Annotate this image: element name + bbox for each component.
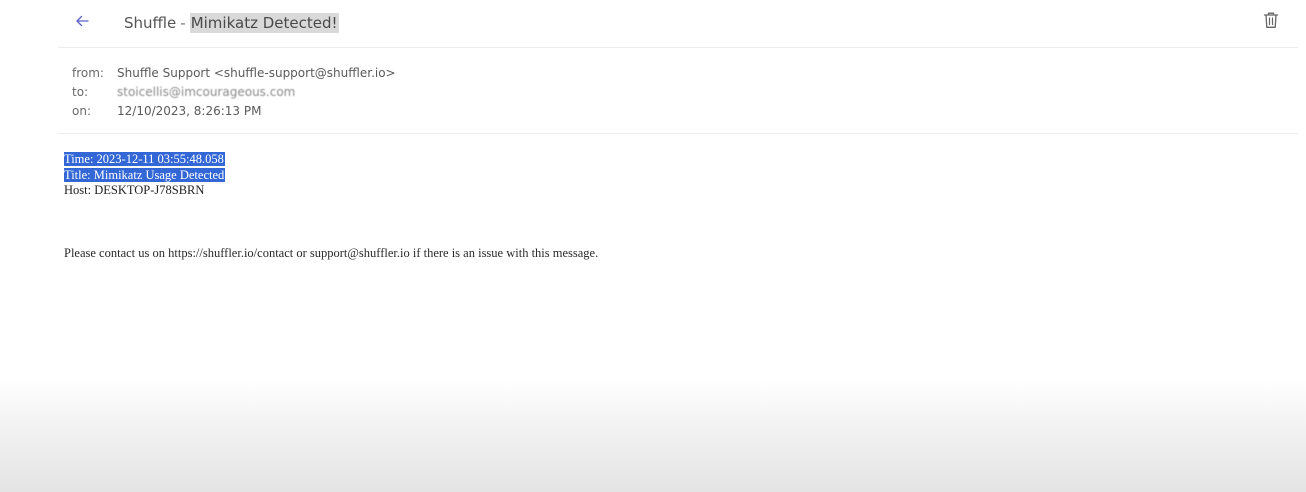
- meta-divider: [58, 133, 1298, 134]
- meta-to-row: to: stoicellis@imcourageous.com: [72, 83, 396, 102]
- meta-on-row: on: 12/10/2023, 8:26:13 PM: [72, 102, 396, 121]
- selected-title-text: Title: Mimikatz Usage Detected: [64, 167, 226, 182]
- subject-highlight: Mimikatz Detected!: [189, 13, 339, 33]
- email-body: Time: 2023-12-11 03:55:48.058 Title: Mim…: [64, 152, 226, 199]
- subject-sender: Shuffle: [124, 14, 177, 32]
- meta-from-row: from: Shuffle Support <shuffle-support@s…: [72, 64, 396, 83]
- on-value: 12/10/2023, 8:26:13 PM: [117, 104, 262, 118]
- back-button[interactable]: [70, 10, 94, 34]
- body-time-line: Time: 2023-12-11 03:55:48.058: [64, 152, 225, 168]
- host-text: Host: DESKTOP-J78SBRN: [64, 183, 205, 197]
- arrow-left-icon: [75, 13, 89, 32]
- bottom-fade: [0, 380, 1306, 492]
- selected-time-text: Time: 2023-12-11 03:55:48.058: [64, 152, 225, 166]
- from-value: Shuffle Support <shuffle-support@shuffle…: [117, 66, 396, 80]
- trash-icon: [1263, 11, 1279, 33]
- email-header: Shuffle - Mimikatz Detected!: [0, 0, 1306, 46]
- body-title-line: Title: Mimikatz Usage Detected: [64, 167, 226, 184]
- email-subject: Shuffle - Mimikatz Detected!: [124, 11, 339, 35]
- delete-button[interactable]: [1260, 11, 1282, 33]
- from-label: from:: [72, 66, 104, 80]
- to-label: to:: [72, 85, 89, 99]
- to-value: stoicellis@imcourageous.com: [117, 85, 296, 99]
- on-label: on:: [72, 104, 91, 118]
- header-divider: [58, 47, 1298, 48]
- email-meta: from: Shuffle Support <shuffle-support@s…: [72, 64, 396, 121]
- email-footer-text: Please contact us on https://shuffler.io…: [64, 246, 599, 260]
- subject-separator: -: [180, 14, 186, 32]
- body-host-line: Host: DESKTOP-J78SBRN: [64, 183, 225, 199]
